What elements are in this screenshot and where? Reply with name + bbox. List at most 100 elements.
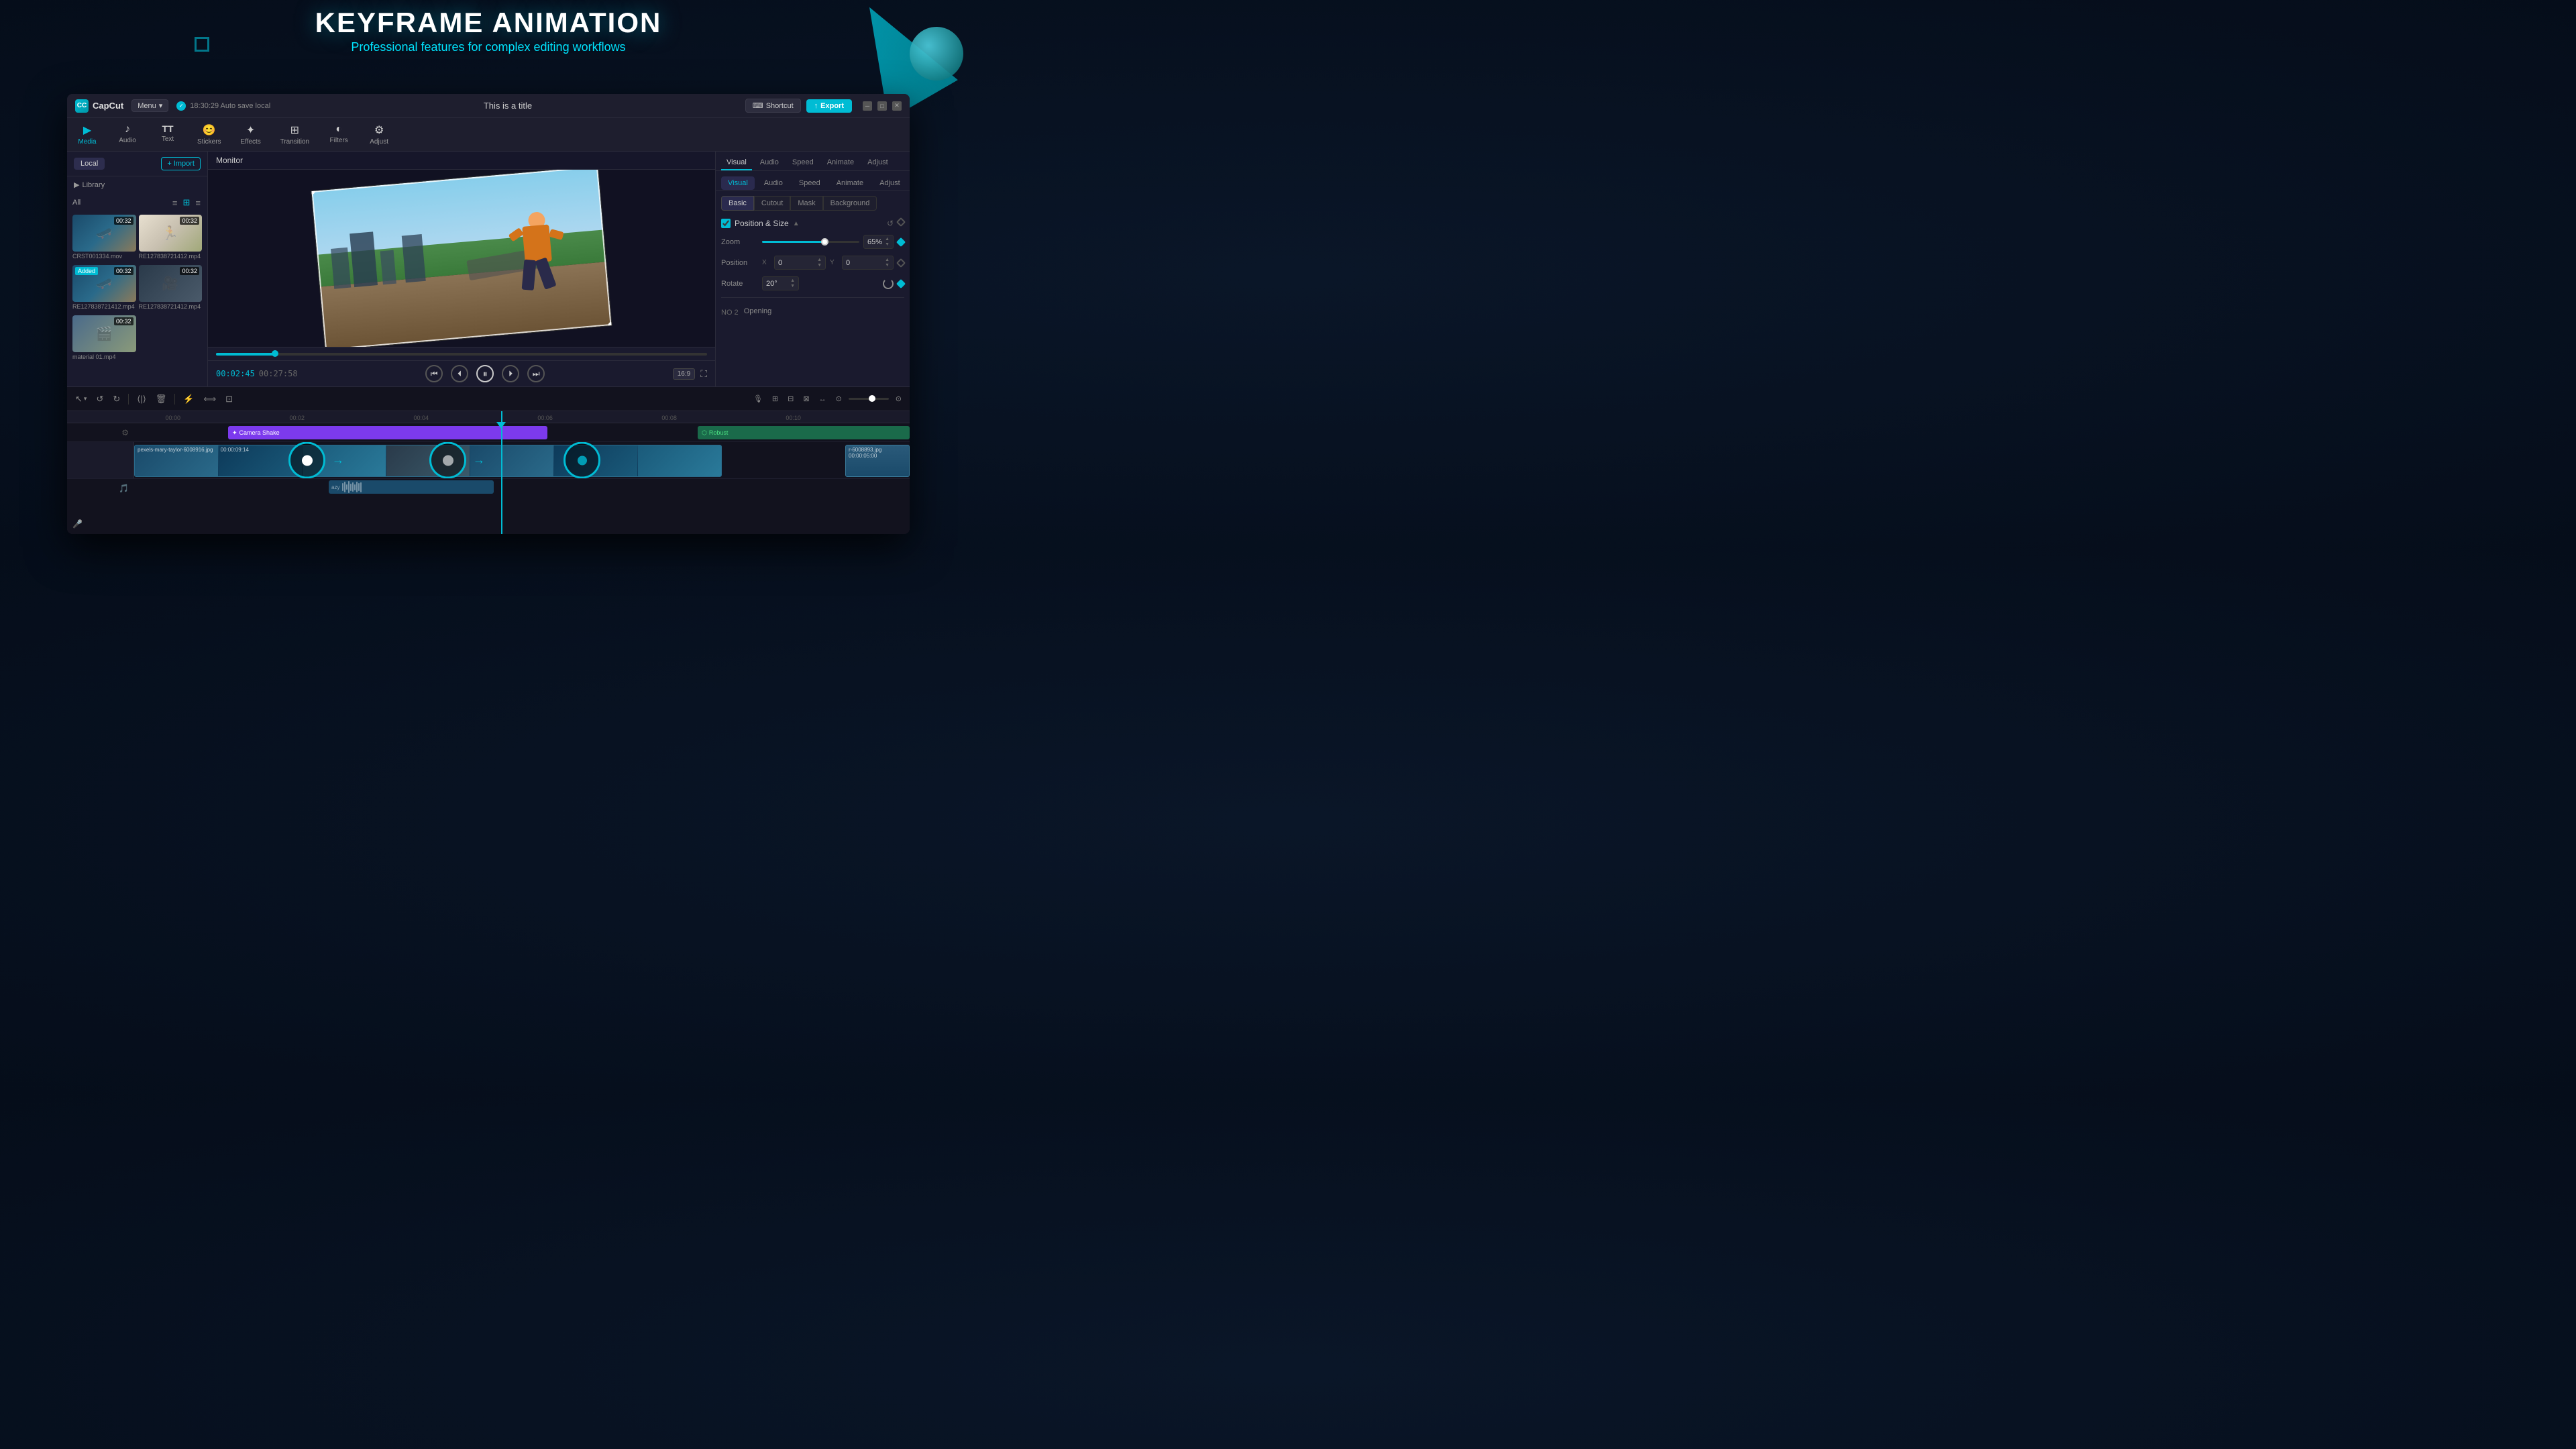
tl-ctrl-4[interactable]: ↔ xyxy=(816,394,829,405)
toolbar-effects[interactable]: ✦ Effects xyxy=(231,121,271,148)
tl-ctrl-6[interactable]: ⊙ xyxy=(893,393,904,405)
redo-button[interactable]: ↻ xyxy=(110,392,123,406)
toolbar-stickers[interactable]: 😊 Stickers xyxy=(188,121,231,148)
position-size-checkbox[interactable] xyxy=(721,219,731,228)
list-view-icon[interactable]: ≡ xyxy=(194,197,202,209)
media-item-4[interactable]: 🎥 00:32 RE127838721412.mp4 xyxy=(139,265,203,313)
media-thumb-4[interactable]: 🎥 00:32 xyxy=(139,265,203,302)
subtab-basic[interactable]: Basic xyxy=(721,196,754,211)
toolbar-adjust[interactable]: ⚙ Adjust xyxy=(359,121,399,148)
undo-button[interactable]: ↺ xyxy=(93,392,106,406)
zoom-slider-thumb-timeline[interactable] xyxy=(869,395,875,402)
minimize-button[interactable]: ─ xyxy=(863,101,872,111)
frame-handle-bottom-right[interactable] xyxy=(608,321,612,329)
keyframe-all-button[interactable] xyxy=(896,217,906,227)
select-tool-button[interactable]: ↖ ▾ xyxy=(72,392,89,406)
ruler-marks-container: 00:00 00:02 00:04 00:06 00:08 00:10 xyxy=(134,411,910,423)
progress-thumb[interactable] xyxy=(272,350,278,357)
import-button[interactable]: + Import xyxy=(161,157,201,170)
tab-visual-inner[interactable]: Visual xyxy=(721,176,755,190)
audio-track-button[interactable]: 🎙 xyxy=(751,393,765,405)
media-item-1[interactable]: 🛹 00:32 CRST001334.mov xyxy=(72,215,136,262)
media-thumb-1[interactable]: 🛹 00:32 xyxy=(72,215,136,252)
tab-adjust-inner[interactable]: Adjust xyxy=(873,176,907,190)
zoom-value-box[interactable]: 65% ▲ ▼ xyxy=(863,235,894,249)
reset-all-button[interactable]: ↺ xyxy=(887,219,894,228)
tab-speed-outer[interactable]: Speed xyxy=(787,156,819,170)
y-down-arrow[interactable]: ▼ xyxy=(885,263,890,268)
tab-animate-outer[interactable]: Animate xyxy=(822,156,859,170)
close-button[interactable]: ✕ xyxy=(892,101,902,111)
timeline-add-audio[interactable]: 🎤 xyxy=(72,518,83,530)
toolbar-text[interactable]: TT Text xyxy=(148,121,188,148)
progress-bar[interactable] xyxy=(216,353,707,356)
play-pause-button[interactable]: ⏸ xyxy=(476,365,494,382)
toolbar-audio[interactable]: ♪ Audio xyxy=(107,121,148,148)
filter-icon[interactable]: ≡ xyxy=(171,197,179,209)
subtab-cutout[interactable]: Cutout xyxy=(754,196,790,211)
tab-adjust-outer[interactable]: Adjust xyxy=(862,156,894,170)
tl-ctrl-2[interactable]: ⊟ xyxy=(785,393,796,405)
media-item-2[interactable]: 🏃 00:32 RE127838721412.mp4 xyxy=(139,215,203,262)
x-value-box[interactable]: 0 ▲ ▼ xyxy=(774,256,826,270)
second-video-clip[interactable]: r-6008893.jpg 00:00:05:00 xyxy=(845,445,910,477)
zoom-slider[interactable] xyxy=(762,241,859,243)
main-video-clip[interactable]: pexels-mary-taylor-6008916.jpg 00:00:09:… xyxy=(134,445,722,477)
zoom-slider-thumb[interactable] xyxy=(821,238,828,246)
grid-view-icon[interactable]: ⊞ xyxy=(182,196,192,209)
x-up-arrow[interactable]: ▲ xyxy=(817,258,822,262)
toolbar-media[interactable]: ▶ Media xyxy=(67,121,107,148)
keyframe-circle-3[interactable] xyxy=(564,442,600,478)
rotate-down-arrow[interactable]: ▼ xyxy=(790,284,795,288)
keyframe-circle-1[interactable] xyxy=(288,442,325,478)
tab-animate-inner[interactable]: Animate xyxy=(830,176,870,190)
frame-back-button[interactable]: ⏴ xyxy=(451,365,468,382)
tl-ctrl-3[interactable]: ⊠ xyxy=(800,393,812,405)
shortcut-button[interactable]: ⌨ Shortcut xyxy=(745,99,801,113)
maximize-button[interactable]: □ xyxy=(877,101,887,111)
rotate-keyframe-button[interactable] xyxy=(896,278,906,288)
split-button[interactable]: ⟨|⟩ xyxy=(134,392,149,406)
toolbar-transition[interactable]: ⊞ Transition xyxy=(271,121,319,148)
zoom-up-arrow[interactable]: ▲ xyxy=(885,237,890,241)
media-item-5[interactable]: 🎬 00:32 material 01.mp4 xyxy=(72,315,136,363)
ripple-button[interactable]: ⚡ xyxy=(180,392,197,406)
tab-visual-outer[interactable]: Visual xyxy=(721,156,752,170)
media-thumb-2[interactable]: 🏃 00:32 xyxy=(139,215,203,252)
robust-clip[interactable]: ⬡ Robust xyxy=(698,426,910,439)
library-item[interactable]: ▶ Library xyxy=(67,176,207,193)
tab-speed-inner[interactable]: Speed xyxy=(792,176,827,190)
toolbar-filters[interactable]: ◐ Filters xyxy=(319,121,359,148)
rotate-up-arrow[interactable]: ▲ xyxy=(790,278,795,283)
crop-button[interactable]: ⊡ xyxy=(223,392,235,406)
audio-clip[interactable]: azy xyxy=(329,480,494,494)
tl-ctrl-5[interactable]: ⊙ xyxy=(833,393,845,405)
export-button[interactable]: ↑ Export xyxy=(806,99,852,113)
zoom-down-arrow[interactable]: ▼ xyxy=(885,242,890,247)
app-logo: CC CapCut xyxy=(75,99,123,113)
media-thumb-5[interactable]: 🎬 00:32 xyxy=(72,315,136,352)
position-keyframe-button[interactable] xyxy=(896,258,906,267)
keyframe-circle-2[interactable] xyxy=(429,442,466,478)
tab-audio-inner[interactable]: Audio xyxy=(757,176,790,190)
x-down-arrow[interactable]: ▼ xyxy=(817,263,822,268)
media-thumb-3[interactable]: 🛹 00:32 Added xyxy=(72,265,136,302)
y-up-arrow[interactable]: ▲ xyxy=(885,258,890,262)
tab-audio-outer[interactable]: Audio xyxy=(755,156,784,170)
mirror-button[interactable]: ⟺ xyxy=(201,392,219,406)
rotate-value-box[interactable]: 20° ▲ ▼ xyxy=(762,276,799,290)
local-tab[interactable]: Local xyxy=(74,158,105,170)
menu-button[interactable]: Menu ▾ xyxy=(131,99,168,112)
zoom-slider-timeline[interactable] xyxy=(849,398,889,400)
delete-button[interactable]: 🗑 xyxy=(153,392,170,406)
fullscreen-button[interactable]: ⛶ xyxy=(700,368,707,380)
frame-forward-button[interactable]: ⏵ xyxy=(502,365,519,382)
y-value-box[interactable]: 0 ▲ ▼ xyxy=(842,256,894,270)
tl-ctrl-1[interactable]: ⊞ xyxy=(769,393,781,405)
media-item-3[interactable]: 🛹 00:32 Added RE127838721412.mp4 xyxy=(72,265,136,313)
subtab-mask[interactable]: Mask xyxy=(790,196,822,211)
skip-start-button[interactable]: ⏮ xyxy=(425,365,443,382)
zoom-keyframe-button[interactable] xyxy=(896,237,906,246)
skip-end-button[interactable]: ⏭ xyxy=(527,365,545,382)
subtab-background[interactable]: Background xyxy=(823,196,877,211)
